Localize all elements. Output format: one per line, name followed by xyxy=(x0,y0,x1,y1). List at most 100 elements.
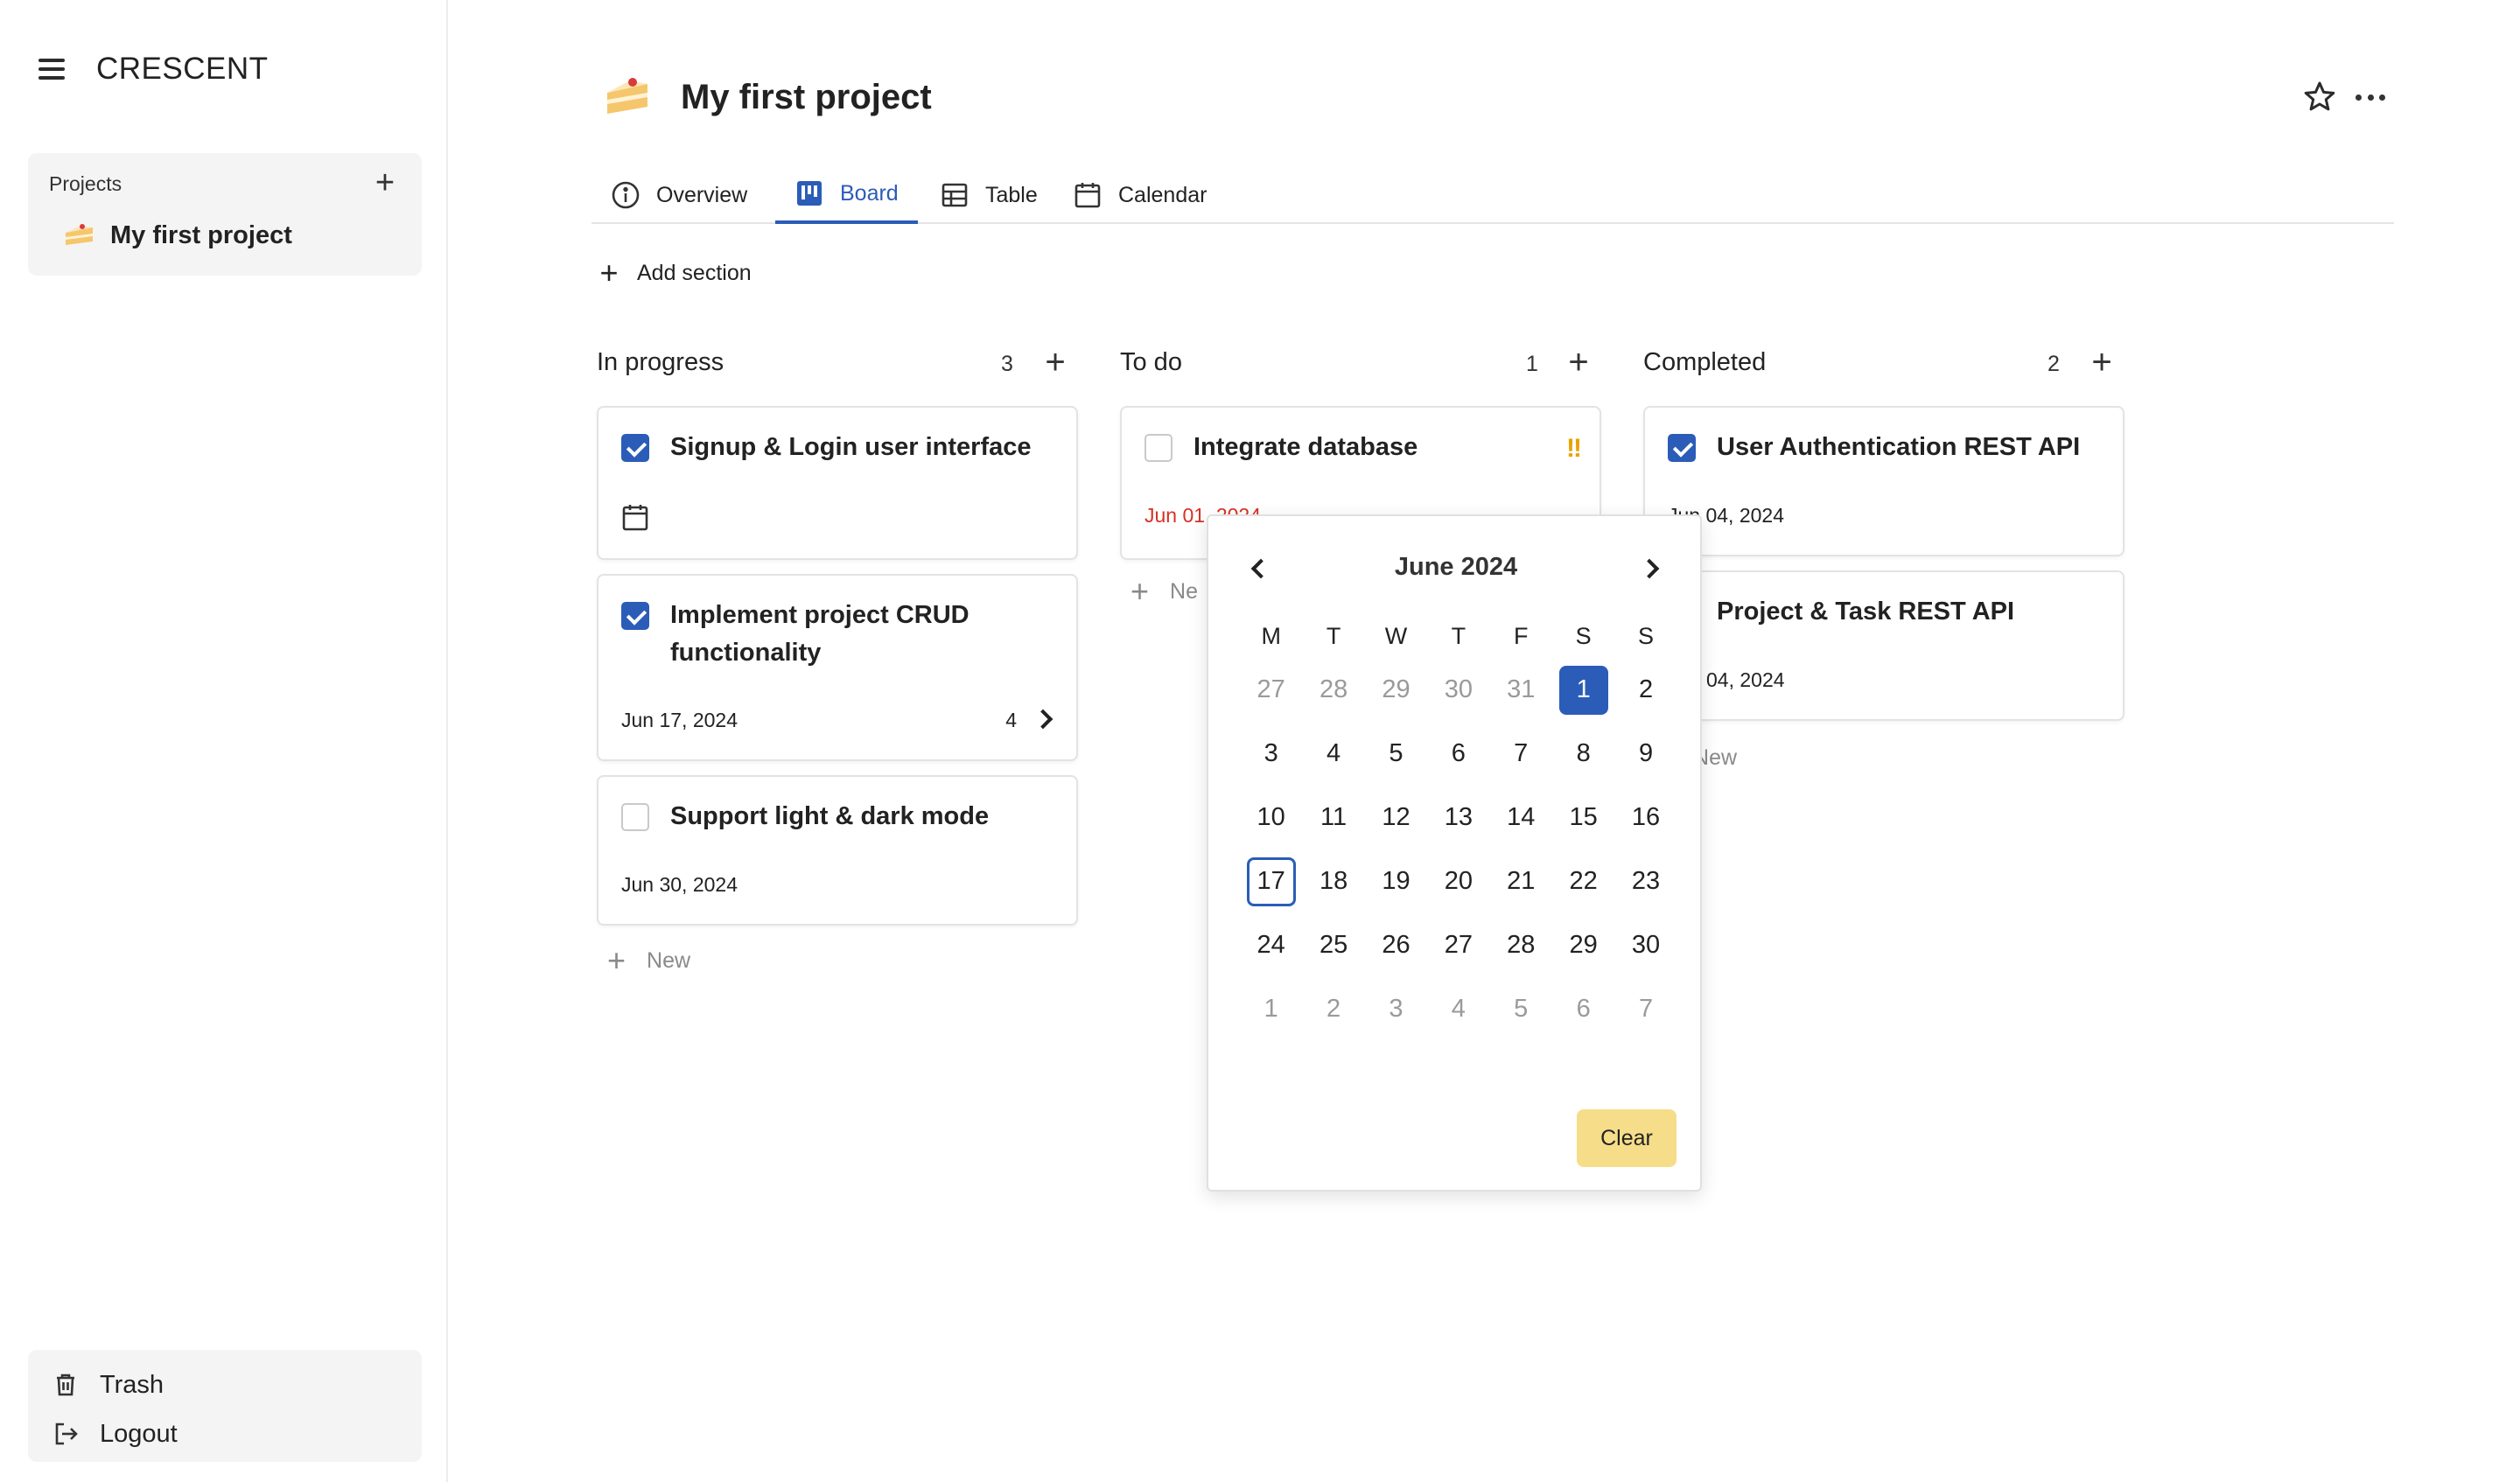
add-section-button[interactable]: + Add section xyxy=(598,255,751,290)
new-task-button[interactable]: + New xyxy=(607,942,690,978)
calendar-day[interactable]: 11 xyxy=(1302,786,1364,849)
calendar-day[interactable]: 6 xyxy=(1427,722,1489,786)
plus-icon: + xyxy=(607,942,626,978)
task-title: Signup & Login user interface xyxy=(670,433,1032,461)
tab-board[interactable]: Board xyxy=(775,166,918,224)
task-card[interactable]: Project & Task REST API 04, 2024 xyxy=(1643,570,2124,721)
task-card[interactable]: User Authentication REST API Jun 04, 202… xyxy=(1643,406,2124,556)
task-checkbox[interactable] xyxy=(621,434,649,462)
trash-icon xyxy=(52,1372,79,1398)
calendar-day-today[interactable]: 17 xyxy=(1240,849,1302,913)
calendar-day[interactable]: 27 xyxy=(1240,658,1302,722)
sidebar-item-logout[interactable]: Logout xyxy=(52,1415,178,1453)
calendar-day-number: 7 xyxy=(1638,995,1654,1023)
calendar-day-number: 28 xyxy=(1319,675,1348,703)
add-project-button[interactable]: + xyxy=(368,165,402,200)
calendar-day[interactable]: 24 xyxy=(1240,913,1302,977)
task-card[interactable]: Support light & dark mode Jun 30, 2024 xyxy=(597,775,1078,926)
calendar-day[interactable]: 2 xyxy=(1302,977,1364,1041)
tab-table[interactable]: Table xyxy=(920,166,1057,224)
new-task-button[interactable]: + Ne xyxy=(1130,573,1198,609)
column-title: In progress xyxy=(597,348,724,376)
clear-date-button[interactable]: Clear xyxy=(1577,1109,1676,1167)
chevron-right-icon[interactable] xyxy=(1032,709,1054,730)
calendar-day[interactable]: 27 xyxy=(1427,913,1489,977)
calendar-day-number: 29 xyxy=(1382,675,1410,703)
calendar-day[interactable]: 5 xyxy=(1365,722,1427,786)
sidebar-item-my-first-project[interactable]: My first project xyxy=(63,216,292,255)
calendar-day[interactable]: 28 xyxy=(1302,658,1364,722)
calendar-day-number: 18 xyxy=(1319,867,1348,895)
more-options-icon[interactable] xyxy=(2350,79,2390,115)
column-count: 3 xyxy=(1001,352,1013,376)
calendar-day[interactable]: 29 xyxy=(1552,913,1614,977)
calendar-day[interactable]: 26 xyxy=(1365,913,1427,977)
calendar-day[interactable]: 30 xyxy=(1614,913,1676,977)
calendar-day[interactable]: 7 xyxy=(1614,977,1676,1041)
calendar-day[interactable]: 4 xyxy=(1427,977,1489,1041)
table-icon xyxy=(940,180,970,210)
task-checkbox[interactable] xyxy=(621,803,649,831)
calendar-day[interactable]: 12 xyxy=(1365,786,1427,849)
calendar-day-number: 9 xyxy=(1638,739,1654,767)
calendar-day[interactable]: 29 xyxy=(1365,658,1427,722)
calendar-day[interactable]: 22 xyxy=(1552,849,1614,913)
calendar-day[interactable]: 5 xyxy=(1490,977,1552,1041)
calendar-day[interactable]: 4 xyxy=(1302,722,1364,786)
task-title: Project & Task REST API xyxy=(1717,598,2015,626)
weekday-header: M xyxy=(1261,622,1281,649)
tab-overview[interactable]: Overview xyxy=(592,166,766,224)
add-task-button[interactable]: + xyxy=(1040,343,1071,382)
task-due-date: Jun 17, 2024 xyxy=(621,709,738,731)
calendar-day-number: 26 xyxy=(1382,931,1410,959)
calendar-day[interactable]: 7 xyxy=(1490,722,1552,786)
calendar-day[interactable]: 16 xyxy=(1614,786,1676,849)
task-title: Integrate database xyxy=(1194,433,1418,461)
menu-icon[interactable] xyxy=(38,59,65,80)
tab-label: Board xyxy=(840,180,899,206)
calendar-day-number: 22 xyxy=(1569,867,1598,895)
sidebar-item-trash[interactable]: Trash xyxy=(52,1366,164,1404)
favorite-star-icon[interactable] xyxy=(2301,79,2338,115)
calendar-day[interactable]: 25 xyxy=(1302,913,1364,977)
calendar-day[interactable]: 14 xyxy=(1490,786,1552,849)
calendar-day[interactable]: 2 xyxy=(1614,658,1676,722)
calendar-day[interactable]: 15 xyxy=(1552,786,1614,849)
calendar-day[interactable]: 28 xyxy=(1490,913,1552,977)
calendar-day[interactable]: 31 xyxy=(1490,658,1552,722)
task-checkbox[interactable] xyxy=(621,602,649,630)
add-task-button[interactable]: + xyxy=(1563,343,1594,382)
calendar-day[interactable]: 1 xyxy=(1240,977,1302,1041)
calendar-day[interactable]: 30 xyxy=(1427,658,1489,722)
calendar-day-number: 7 xyxy=(1514,739,1529,767)
plus-icon: + xyxy=(599,255,619,290)
tab-calendar[interactable]: Calendar xyxy=(1054,166,1226,224)
calendar-day[interactable]: 19 xyxy=(1365,849,1427,913)
calendar-day[interactable]: 18 xyxy=(1302,849,1364,913)
calendar-day[interactable]: 20 xyxy=(1427,849,1489,913)
calendar-day-number: 20 xyxy=(1444,867,1473,895)
logout-label: Logout xyxy=(100,1419,178,1448)
calendar-day-selected[interactable]: 1 xyxy=(1552,658,1614,722)
calendar-day-number: 16 xyxy=(1631,803,1661,831)
calendar-icon[interactable] xyxy=(621,502,649,532)
calendar-day[interactable]: 8 xyxy=(1552,722,1614,786)
calendar-day[interactable]: 3 xyxy=(1240,722,1302,786)
calendar-day[interactable]: 10 xyxy=(1240,786,1302,849)
calendar-day-number: 24 xyxy=(1256,931,1285,959)
calendar-day[interactable]: 21 xyxy=(1490,849,1552,913)
tab-label: Calendar xyxy=(1118,182,1208,207)
calendar-day-number: 25 xyxy=(1319,931,1348,959)
calendar-day[interactable]: 6 xyxy=(1552,977,1614,1041)
task-card[interactable]: Signup & Login user interface xyxy=(597,406,1078,560)
calendar-day[interactable]: 23 xyxy=(1614,849,1676,913)
task-checkbox[interactable] xyxy=(1144,434,1172,462)
task-card[interactable]: Implement project CRUD functionality Jun… xyxy=(597,574,1078,761)
calendar-day[interactable]: 3 xyxy=(1365,977,1427,1041)
calendar-day[interactable]: 13 xyxy=(1427,786,1489,849)
calendar-day[interactable]: 9 xyxy=(1614,722,1676,786)
subtask-count: 4 xyxy=(1005,709,1017,731)
task-checkbox[interactable] xyxy=(1668,434,1696,462)
add-task-button[interactable]: + xyxy=(2086,343,2118,382)
project-name: My first project xyxy=(110,220,292,249)
